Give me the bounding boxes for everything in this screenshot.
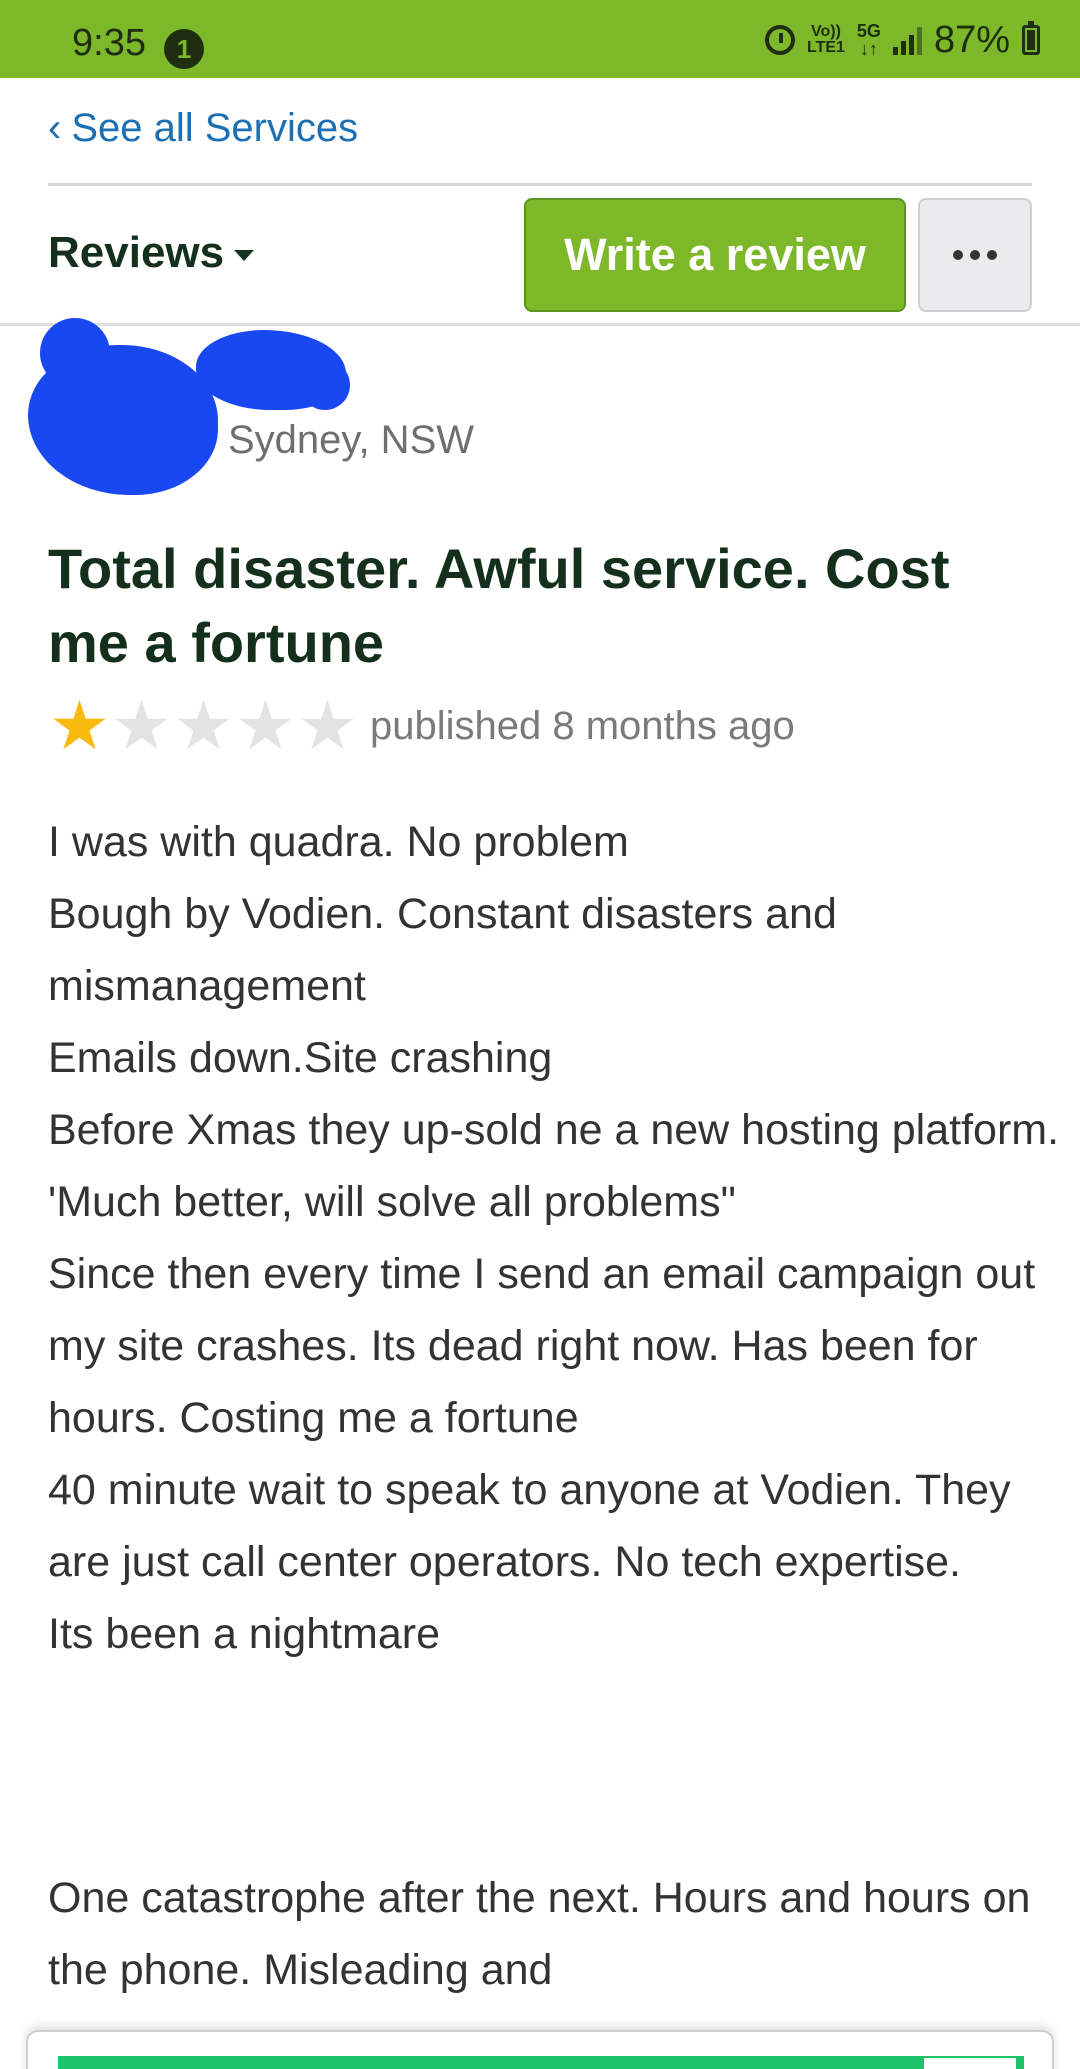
alarm-icon [764,25,795,55]
star-filled-icon: ★ [49,688,110,764]
see-all-services-link[interactable]: ‹ See all Services [48,106,358,151]
signal-icon [892,25,922,55]
header-divider [0,323,1080,326]
review-body-line: Before Xmas they up-sold ne a new hostin… [48,1106,1060,1226]
review-title: Total disaster. Awful service. Cost me a… [48,537,950,674]
battery-percent: 87% [933,18,1010,61]
redaction-mark [300,360,350,410]
rating-row: ★ ★ ★ ★ ★ published 8 months ago [48,692,795,760]
ad-banner-content[interactable] [58,2056,1024,2069]
reviews-dropdown[interactable]: Reviews [48,228,255,278]
star-empty-icon: ★ [297,688,358,764]
divider [48,183,1032,186]
back-link-label: See all Services [71,106,359,150]
published-date: published 8 months ago [370,703,795,748]
review-body-line: Emails down.Site crashing [48,1034,553,1082]
review-body-paragraph: One catastrophe after the next. Hours an… [48,1874,1031,1994]
reviewer-location: Sydney, NSW [228,418,474,462]
review-body-line: I was with quadra. No problem [48,818,629,866]
volte-icon: Vo)) LTE1 [806,23,845,56]
review-body-line: Bough by Vodien. Constant disasters and … [48,890,837,1010]
more-options-button[interactable] [918,198,1032,312]
dot-icon [987,250,997,260]
review-body-line: 40 minute wait to speak to anyone at Vod… [48,1466,1011,1586]
star-empty-icon: ★ [235,688,296,764]
star-empty-icon: ★ [173,688,234,764]
dot-icon [953,250,963,260]
status-icons: Vo)) LTE1 5G ↓↑ 87% [764,18,1040,61]
chevron-left-icon: ‹ [48,106,62,150]
status-bar: 9:35 1 Vo)) LTE1 5G ↓↑ 87% [0,0,1080,78]
redacted-avatar [28,345,218,495]
caret-down-icon [234,249,255,261]
review-body-line: Its been a nightmare [48,1610,441,1658]
reviews-dropdown-label: Reviews [48,228,225,277]
dot-icon [970,250,980,260]
notification-badge: 1 [164,29,204,69]
star-rating: ★ ★ ★ ★ ★ [48,692,358,760]
battery-icon [1022,21,1040,55]
review-body-line: Since then every time I send an email ca… [48,1250,1036,1442]
review-body: I was with quadra. No problem Bough by V… [48,806,1068,1670]
status-time: 9:35 [72,22,146,64]
write-review-button[interactable]: Write a review [524,198,906,312]
ad-close-control[interactable] [922,2056,1018,2069]
network-5g-icon: 5G ↓↑ [856,21,881,59]
star-empty-icon: ★ [111,688,172,764]
